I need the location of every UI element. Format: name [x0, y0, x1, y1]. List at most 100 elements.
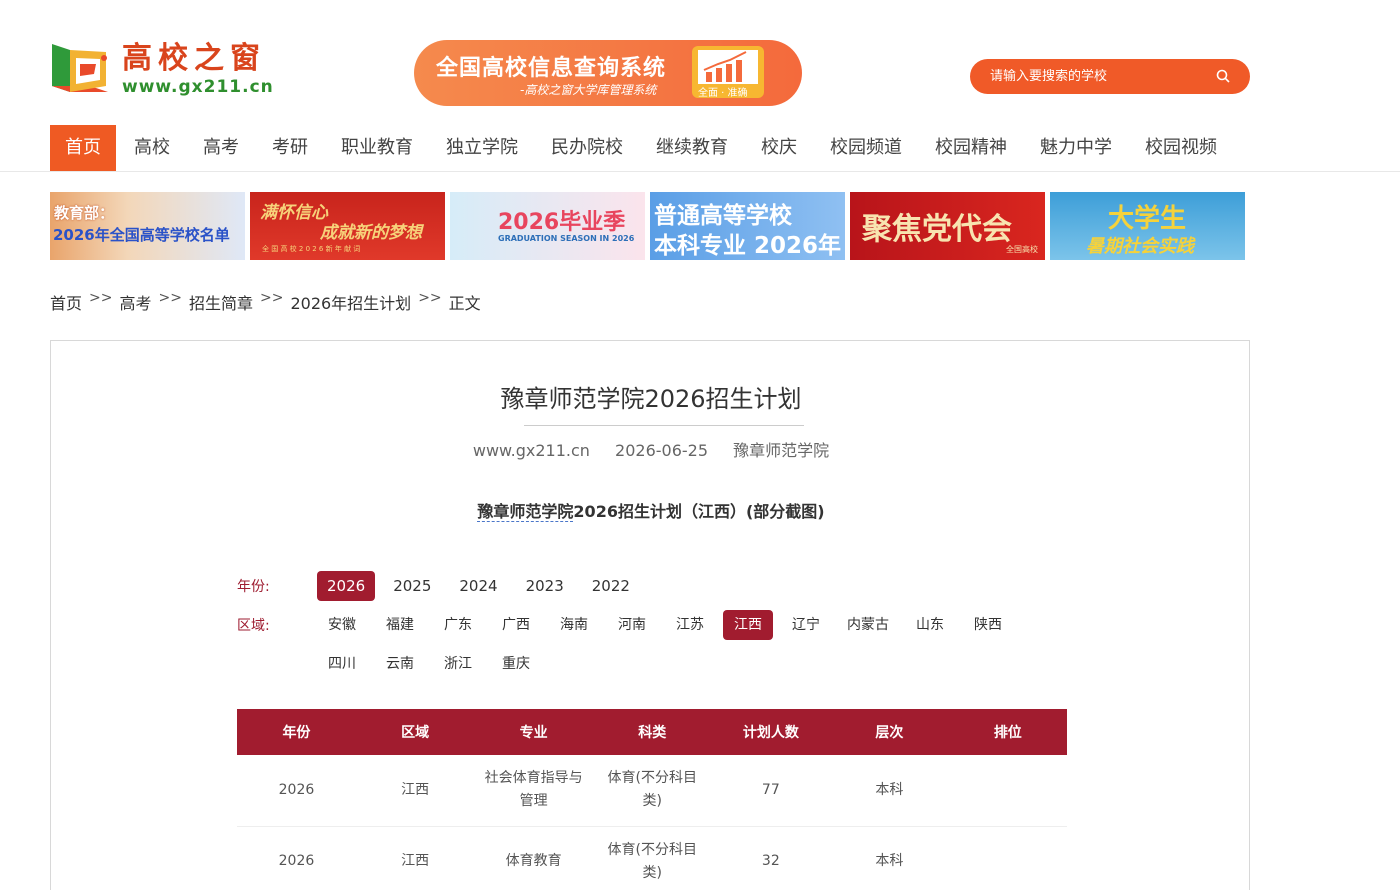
- col-header-rank: 排位: [948, 709, 1067, 755]
- search-icon[interactable]: [1216, 69, 1230, 83]
- nav-item-middle-school[interactable]: 魅力中学: [1025, 125, 1127, 171]
- promo-university-list[interactable]: 教育部： 2026年全国高等学校名单: [50, 192, 245, 260]
- region-chip[interactable]: 浙江: [433, 649, 483, 679]
- breadcrumb-separator: >>: [158, 290, 182, 306]
- promo-text: 2026年全国高等学校名单: [53, 226, 230, 244]
- col-header-year: 年份: [237, 709, 356, 755]
- banner-subtitle: -高校之窗大学库管理系统: [520, 83, 657, 97]
- main-nav: 首页 高校 高考 考研 职业教育 独立学院 民办院校 继续教育 校庆 校园频道 …: [50, 125, 1235, 171]
- region-chip-selected[interactable]: 江西: [723, 610, 773, 640]
- region-chip[interactable]: 河南: [607, 610, 657, 640]
- site-logo[interactable]: 高校之窗 www.gx211.cn: [50, 38, 290, 102]
- promo-banners: 教育部： 2026年全国高等学校名单 满怀信心 成就新的梦想 全 国 高 校 2…: [50, 192, 1250, 260]
- cell-region: 江西: [355, 755, 475, 827]
- cell-region: 江西: [355, 826, 475, 890]
- promo-text: 全 国 高 校 2 0 2 6 新 年 献 词: [262, 245, 361, 253]
- breadcrumb-home[interactable]: 首页: [50, 290, 82, 314]
- cell-year: 2026: [237, 755, 356, 827]
- table-row: 2026 江西 社会体育指导与管理 体育(不分科目类) 77 本科: [237, 755, 1067, 827]
- admission-plan-table: 年份 区域 专业 科类 计划人数 层次 排位 2026 江西 社会体育指导与管理…: [237, 709, 1067, 890]
- region-filter-row2: 四川 云南 浙江 重庆: [237, 649, 549, 679]
- promo-new-year[interactable]: 满怀信心 成就新的梦想 全 国 高 校 2 0 2 6 新 年 献 词: [250, 192, 445, 260]
- year-chip[interactable]: 2026: [317, 571, 376, 601]
- promo-summer-practice[interactable]: 大学生 暑期社会实践: [1050, 192, 1245, 260]
- breadcrumb-separator: >>: [89, 290, 113, 306]
- promo-text: 满怀信心: [260, 203, 328, 223]
- nav-item-kaoyan[interactable]: 考研: [257, 125, 323, 171]
- promo-text: 2026毕业季: [498, 210, 626, 235]
- promo-text: 暑期社会实践: [1086, 236, 1194, 257]
- cell-rank: [948, 826, 1067, 890]
- year-chip[interactable]: 2022: [582, 571, 640, 601]
- year-chip[interactable]: 2024: [449, 571, 507, 601]
- promo-text: 全国高校: [1006, 245, 1038, 254]
- article-subheading: 豫章师范学院2026招生计划（江西）(部分截图): [51, 498, 1251, 522]
- region-chip[interactable]: 江苏: [665, 610, 715, 640]
- nav-item-anniversary[interactable]: 校庆: [746, 125, 812, 171]
- promo-text: GRADUATION SEASON IN 2026: [498, 234, 635, 243]
- article-meta: www.gx211.cn 2026-06-25 豫章师范学院: [51, 437, 1251, 461]
- promo-undergrad-majors[interactable]: 普通高等学校 本科专业 2026年: [650, 192, 845, 260]
- cell-rank: [948, 755, 1067, 827]
- region-chip[interactable]: 重庆: [491, 649, 541, 679]
- cell-major: 体育教育: [474, 826, 593, 890]
- nav-item-campus-channel[interactable]: 校园频道: [815, 125, 917, 171]
- search-input[interactable]: [990, 69, 1210, 84]
- region-chip[interactable]: 广西: [491, 610, 541, 640]
- article-source: www.gx211.cn: [472, 441, 590, 460]
- year-filter-label: 年份:: [237, 579, 270, 595]
- nav-item-campus-video[interactable]: 校园视频: [1130, 125, 1232, 171]
- promo-text: 聚焦党代会: [862, 212, 1012, 247]
- school-link[interactable]: 豫章师范学院: [477, 502, 574, 522]
- logo-window-icon: [50, 40, 112, 100]
- promo-party-congress[interactable]: 聚焦党代会 全国高校: [850, 192, 1045, 260]
- promo-text: 成就新的梦想: [320, 223, 422, 243]
- col-header-category: 科类: [592, 709, 712, 755]
- article-title: 豫章师范学院2026招生计划: [500, 385, 802, 413]
- region-chip[interactable]: 云南: [375, 649, 425, 679]
- banner-title: 全国高校信息查询系统: [436, 56, 667, 81]
- nav-item-independent[interactable]: 独立学院: [431, 125, 533, 171]
- breadcrumb-plan-2026[interactable]: 2026年招生计划: [290, 290, 411, 314]
- promo-text: 本科专业 2026年: [654, 233, 842, 259]
- nav-item-vocational[interactable]: 职业教育: [326, 125, 428, 171]
- article-box: 豫章师范学院2026招生计划 www.gx211.cn 2026-06-25 豫…: [50, 340, 1250, 890]
- region-chip[interactable]: 安徽: [317, 610, 367, 640]
- region-chip[interactable]: 山东: [905, 610, 955, 640]
- banner-tag: 全面 · 准确: [698, 88, 748, 99]
- region-chip[interactable]: 辽宁: [781, 610, 831, 640]
- table-row: 2026 江西 体育教育 体育(不分科目类) 32 本科: [237, 826, 1067, 890]
- nav-item-continuing[interactable]: 继续教育: [641, 125, 743, 171]
- breadcrumb-gaokao[interactable]: 高考: [119, 290, 151, 314]
- region-filter-label: 区域:: [237, 618, 270, 634]
- year-chip[interactable]: 2025: [383, 571, 441, 601]
- breadcrumb-admission-guide[interactable]: 招生简章: [189, 290, 253, 314]
- region-chip[interactable]: 福建: [375, 610, 425, 640]
- nav-item-private[interactable]: 民办院校: [536, 125, 638, 171]
- region-chip[interactable]: 广东: [433, 610, 483, 640]
- breadcrumb: 首页 >> 高考 >> 招生简章 >> 2026年招生计划 >> 正文: [50, 290, 481, 314]
- col-header-level: 层次: [830, 709, 949, 755]
- nav-item-gaokao[interactable]: 高考: [188, 125, 254, 171]
- nav-item-home[interactable]: 首页: [50, 125, 116, 171]
- year-filter: 年份: 2026 2025 2024 2023 2022: [237, 571, 648, 601]
- breadcrumb-separator: >>: [259, 290, 284, 306]
- promo-graduation-season[interactable]: 2026毕业季 GRADUATION SEASON IN 2026: [450, 192, 645, 260]
- region-chip[interactable]: 陕西: [963, 610, 1013, 640]
- year-chip[interactable]: 2023: [516, 571, 574, 601]
- nav-item-campus-spirit[interactable]: 校园精神: [920, 125, 1022, 171]
- breadcrumb-separator: >>: [418, 290, 442, 306]
- nav-divider: [0, 171, 1400, 172]
- search-box: [970, 59, 1250, 94]
- logo-title: 高校之窗: [122, 41, 266, 76]
- region-chip[interactable]: 四川: [317, 649, 367, 679]
- col-header-plan-count: 计划人数: [711, 709, 831, 755]
- region-chip[interactable]: 内蒙古: [839, 610, 897, 640]
- region-chip[interactable]: 海南: [549, 610, 599, 640]
- cell-plan-count: 32: [711, 826, 831, 890]
- promo-text: 普通高等学校: [654, 203, 792, 229]
- nav-item-universities[interactable]: 高校: [119, 125, 185, 171]
- logo-url: www.gx211.cn: [122, 77, 274, 97]
- query-system-banner[interactable]: 全国高校信息查询系统 -高校之窗大学库管理系统 全面 · 准确: [414, 40, 802, 106]
- promo-text: 教育部：: [54, 204, 115, 222]
